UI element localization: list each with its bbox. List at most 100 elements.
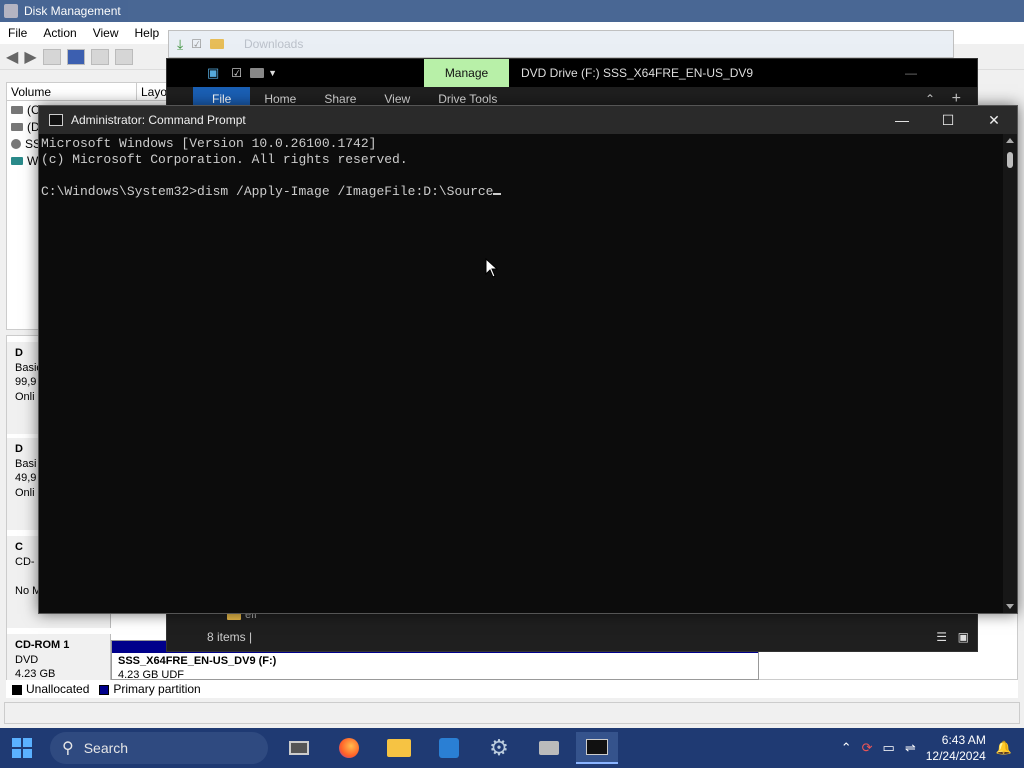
disk-size: 4.23 GB bbox=[15, 668, 56, 680]
disk-management-titlebar[interactable]: Disk Management bbox=[0, 0, 1024, 22]
properties-button[interactable] bbox=[42, 48, 61, 65]
taskbar-search[interactable]: ⚲ Search bbox=[50, 732, 268, 764]
disk-size: 49,9 bbox=[15, 472, 37, 484]
console-scrollbar[interactable] bbox=[1003, 134, 1017, 613]
help-button[interactable] bbox=[66, 48, 85, 65]
command-prompt-icon bbox=[49, 114, 63, 126]
console-prompt-line: C:\Windows\System32>dism /Apply-Image /I… bbox=[41, 184, 1001, 200]
disk-type: Basi bbox=[15, 457, 37, 470]
console-output[interactable]: Microsoft Windows [Version 10.0.26100.17… bbox=[39, 134, 1003, 613]
command-prompt-title: Administrator: Command Prompt bbox=[71, 113, 246, 127]
downloads-explorer-titlebar[interactable]: ⤓ ☑ Downloads bbox=[168, 30, 954, 58]
system-tray: ⌃ ⟳ ▭ ⇌ 6:43 AM 12/24/2024 🔔 bbox=[841, 728, 1024, 768]
console-command: C:\Windows\System32>dism /Apply-Image /I… bbox=[41, 184, 494, 199]
manage-tab[interactable]: Manage bbox=[424, 59, 509, 87]
display-icon[interactable]: ▭ bbox=[883, 740, 895, 756]
dvd-volume-label: SSS_X64FRE_EN-US_DV9 (F:) bbox=[118, 655, 277, 667]
scroll-thumb[interactable] bbox=[1007, 152, 1013, 168]
close-button[interactable]: ✕ bbox=[971, 106, 1017, 134]
back-arrow-icon[interactable]: ◀ bbox=[6, 47, 18, 67]
legend-primary: Primary partition bbox=[99, 682, 201, 696]
new-folder-icon[interactable] bbox=[250, 68, 265, 78]
details-view-icon[interactable]: ☰ bbox=[936, 630, 947, 644]
taskbar: ⚲ Search ⚙ ⌃ ⟳ ▭ ⇌ 6:43 AM 12/24/2024 🔔 bbox=[0, 728, 1024, 768]
primary-swatch bbox=[99, 684, 110, 695]
tab-home[interactable]: Home bbox=[250, 92, 310, 106]
disk-type: DVD bbox=[15, 653, 39, 666]
legend-label: Primary partition bbox=[113, 682, 201, 696]
menu-view[interactable]: View bbox=[85, 26, 127, 40]
disk-status: Onli bbox=[15, 486, 35, 499]
task-view-icon[interactable] bbox=[278, 732, 320, 764]
date: 12/24/2024 bbox=[925, 749, 986, 763]
quick-access-icon[interactable]: ▣ bbox=[207, 65, 219, 81]
downloads-title: Downloads bbox=[243, 37, 304, 51]
dvd-volume-sub: 4.23 GB UDF bbox=[118, 669, 185, 679]
connect-button[interactable] bbox=[114, 48, 133, 65]
disk-legend: Unallocated Primary partition bbox=[6, 680, 1018, 698]
column-volume[interactable]: Volume bbox=[7, 83, 137, 100]
text-cursor bbox=[493, 193, 502, 195]
tab-share[interactable]: Share bbox=[310, 92, 370, 106]
minimize-button[interactable]: — bbox=[879, 106, 925, 134]
disk-management-title: Disk Management bbox=[24, 4, 121, 18]
menu-help[interactable]: Help bbox=[127, 26, 168, 40]
command-prompt-titlebar[interactable]: Administrator: Command Prompt — ☐ ✕ bbox=[39, 106, 1017, 134]
disk-management-app-icon bbox=[4, 4, 18, 18]
tab-drive-tools[interactable]: Drive Tools bbox=[424, 92, 511, 106]
drive-icon bbox=[11, 122, 23, 131]
visual-studio-icon[interactable] bbox=[428, 732, 470, 764]
drive-icon bbox=[11, 156, 23, 165]
console-line: Microsoft Windows [Version 10.0.26100.17… bbox=[41, 136, 377, 151]
menu-file[interactable]: File bbox=[0, 26, 35, 40]
clock[interactable]: 6:43 AM 12/24/2024 bbox=[926, 732, 986, 764]
disk-name: CD-ROM 1 bbox=[15, 639, 70, 651]
dvd-drive-icon bbox=[11, 138, 21, 149]
item-count: 8 items | bbox=[207, 630, 253, 644]
scroll-down-icon[interactable] bbox=[1006, 604, 1014, 609]
network-icon[interactable]: ⇌ bbox=[905, 740, 916, 756]
large-icons-view-icon[interactable]: ▣ bbox=[958, 630, 969, 644]
volume-name: W bbox=[27, 153, 39, 168]
minimize-icon[interactable]: — bbox=[905, 66, 917, 80]
installer-icon[interactable] bbox=[528, 732, 570, 764]
legend-unallocated: Unallocated bbox=[12, 682, 89, 696]
view-button[interactable] bbox=[90, 48, 109, 65]
firefox-icon[interactable] bbox=[328, 732, 370, 764]
disk-management-statusbar bbox=[4, 702, 1020, 724]
qat-dropdown-icon[interactable]: ▼ bbox=[268, 68, 277, 78]
disk-status: Onli bbox=[15, 390, 35, 403]
start-button[interactable] bbox=[0, 728, 44, 768]
properties-icon: ☑ bbox=[191, 37, 202, 51]
legend-label: Unallocated bbox=[26, 682, 90, 696]
disk-name: D bbox=[15, 443, 23, 455]
maximize-button[interactable]: ☐ bbox=[925, 106, 971, 134]
menu-action[interactable]: Action bbox=[35, 26, 84, 40]
download-icon: ⤓ bbox=[177, 35, 184, 52]
dvd-explorer-titlebar[interactable]: ▣ ☑ ▼ Manage DVD Drive (F:) SSS_X64FRE_E… bbox=[167, 59, 977, 87]
disk-name: C bbox=[15, 541, 23, 553]
settings-icon[interactable]: ⚙ bbox=[478, 732, 520, 764]
update-icon[interactable]: ⟳ bbox=[862, 740, 873, 756]
tab-view[interactable]: View bbox=[370, 92, 424, 106]
disk-name: D bbox=[15, 347, 23, 359]
unallocated-swatch bbox=[12, 684, 22, 695]
console-line: (c) Microsoft Corporation. All rights re… bbox=[41, 152, 408, 167]
dvd-explorer-statusbar: 8 items | ☰ ▣ bbox=[167, 623, 977, 651]
notifications-icon[interactable]: 🔔 bbox=[996, 740, 1012, 756]
windows-logo-icon bbox=[12, 738, 32, 758]
search-icon: ⚲ bbox=[62, 740, 74, 757]
show-hidden-icons-icon[interactable]: ⌃ bbox=[841, 740, 852, 756]
time: 6:43 AM bbox=[941, 733, 986, 747]
forward-arrow-icon[interactable]: ▶ bbox=[24, 47, 36, 67]
disk-size: 99,9 bbox=[15, 376, 37, 388]
drive-icon bbox=[11, 105, 23, 114]
dvd-explorer-title: DVD Drive (F:) SSS_X64FRE_EN-US_DV9 bbox=[521, 66, 754, 80]
scroll-up-icon[interactable] bbox=[1006, 138, 1014, 143]
file-explorer-icon[interactable] bbox=[378, 732, 420, 764]
folder-icon bbox=[209, 39, 224, 49]
command-prompt-taskbar-icon[interactable] bbox=[576, 732, 618, 764]
checkbox-icon[interactable]: ☑ bbox=[231, 66, 242, 80]
cdrom-1-label[interactable]: CD-ROM 1 DVD 4.23 GB bbox=[7, 634, 111, 680]
